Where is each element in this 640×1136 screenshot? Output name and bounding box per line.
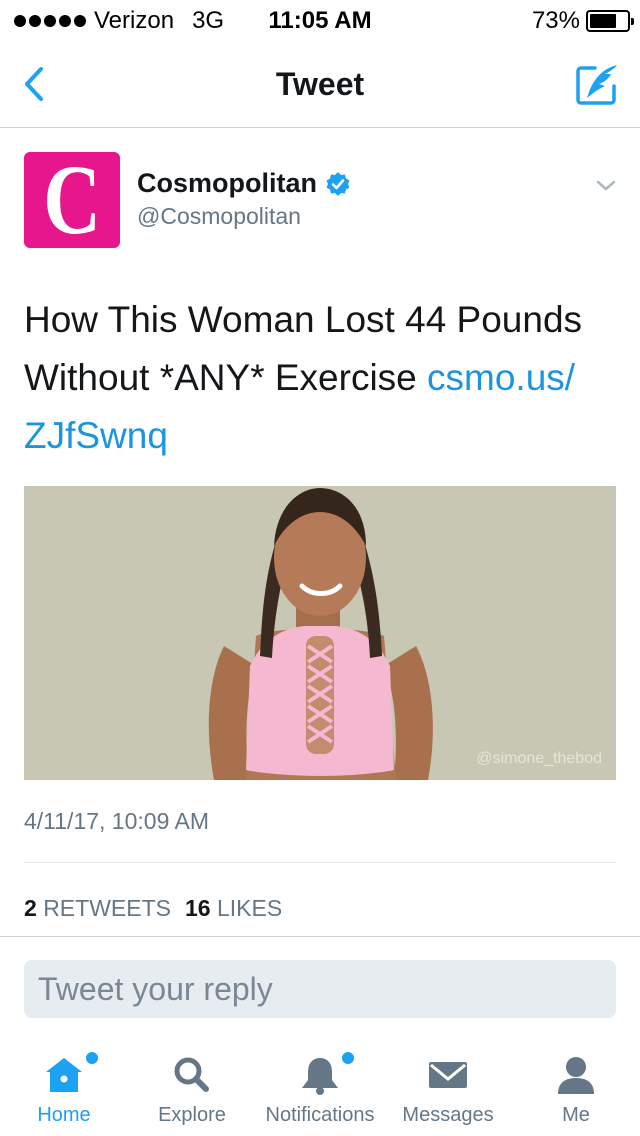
tab-label: Me bbox=[562, 1104, 590, 1126]
envelope-icon bbox=[429, 1062, 467, 1088]
tab-messages[interactable]: Messages bbox=[384, 1040, 512, 1136]
tab-notifications[interactable]: Notifications bbox=[256, 1040, 384, 1136]
likes-stat[interactable]: 16 LIKES bbox=[185, 895, 282, 922]
status-right: 73% bbox=[531, 7, 634, 35]
reply-input[interactable] bbox=[24, 960, 616, 1018]
likes-count: 16 bbox=[184, 895, 211, 921]
media-watermark: @simone_thebod bbox=[476, 750, 602, 767]
likes-label: LIKES bbox=[216, 895, 283, 921]
page-title: Tweet bbox=[275, 66, 365, 102]
photo-illustration bbox=[24, 486, 616, 780]
tab-label: Notifications bbox=[265, 1104, 375, 1126]
tab-explore[interactable]: Explore bbox=[128, 1040, 256, 1136]
avatar[interactable]: C bbox=[24, 152, 120, 248]
divider bbox=[24, 862, 616, 863]
avatar-letter: C bbox=[43, 152, 101, 248]
divider bbox=[0, 936, 640, 937]
battery-fill bbox=[590, 14, 616, 28]
notifications-badge-dot bbox=[342, 1052, 354, 1064]
author-handle[interactable]: @Cosmopolitan bbox=[137, 203, 301, 230]
tab-me[interactable]: Me bbox=[512, 1040, 640, 1136]
compose-quill-icon bbox=[576, 65, 617, 105]
battery-icon bbox=[586, 10, 634, 32]
tab-label: Home bbox=[37, 1104, 91, 1126]
retweets-label: RETWEETS bbox=[43, 895, 171, 921]
verified-badge-icon bbox=[326, 171, 350, 196]
tweet-text: How This Woman Lost 44 Pounds Without *A… bbox=[24, 291, 616, 465]
person-icon bbox=[558, 1057, 594, 1094]
author-name: Cosmopolitan bbox=[137, 168, 317, 198]
retweets-stat[interactable]: 2 RETWEETS bbox=[24, 895, 171, 922]
status-bar: Verizon 3G 11:05 AM 73% bbox=[0, 0, 640, 40]
tab-home[interactable]: Home bbox=[0, 1040, 128, 1136]
search-icon bbox=[174, 1057, 209, 1092]
author-name-row[interactable]: Cosmopolitan bbox=[137, 168, 351, 199]
home-icon bbox=[46, 1058, 82, 1092]
compose-button[interactable] bbox=[572, 60, 624, 108]
chevron-down-icon[interactable] bbox=[594, 174, 618, 198]
nav-bar: Tweet bbox=[0, 40, 640, 128]
tab-label: Explore bbox=[158, 1104, 226, 1126]
tab-label: Messages bbox=[402, 1104, 494, 1126]
battery-percent: 73% bbox=[531, 7, 580, 34]
tweet-timestamp: 4/11/17, 10:09 AM bbox=[24, 808, 209, 834]
tweet-media-image[interactable]: @simone_thebod bbox=[24, 486, 616, 780]
home-badge-dot bbox=[86, 1052, 98, 1064]
tweet-stats: 2 RETWEETS 16 LIKES bbox=[24, 895, 282, 922]
tab-bar: Home Explore Notifications Messages Me bbox=[0, 1040, 640, 1136]
retweets-count: 2 bbox=[24, 895, 37, 921]
bell-icon bbox=[302, 1058, 338, 1095]
